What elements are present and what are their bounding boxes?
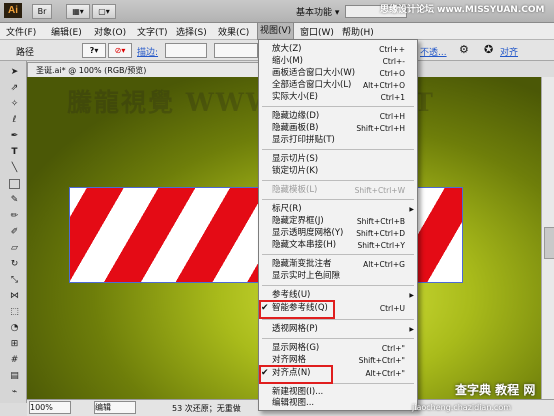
selection-type-label: 路径 <box>16 48 35 58</box>
artboard-nav-field[interactable]: 编辑 <box>94 401 136 414</box>
stroke-label[interactable]: 描边: <box>137 45 158 58</box>
scrollbar-thumb[interactable] <box>544 227 554 259</box>
menu-item-hide-text-threads[interactable]: 隐藏文本串接(H) Shift+Ctrl+Y <box>259 240 417 251</box>
scale-tool-icon[interactable]: ⤡ <box>9 275 20 286</box>
menu-window[interactable]: 窗口(W) <box>300 25 334 38</box>
eyedropper-tool-icon[interactable]: ⌁ <box>9 387 20 398</box>
width-tool-icon[interactable]: ⋈ <box>9 291 20 302</box>
document-tab[interactable]: 圣诞.ai* @ 100% (RGB/预览) <box>27 62 269 77</box>
opacity-label[interactable]: 不透... <box>420 45 447 58</box>
variable-width-field[interactable] <box>214 43 258 58</box>
menu-item-zoom-out[interactable]: 缩小(M) Ctrl+- <box>259 56 417 67</box>
workspace-switcher[interactable]: 基本功能 ▾ <box>296 5 339 18</box>
highlight-box <box>259 300 335 319</box>
pencil-tool-icon[interactable]: ✏ <box>9 211 20 222</box>
submenu-arrow-icon: ▶ <box>409 326 414 333</box>
menu-separator <box>262 285 414 286</box>
menu-item-show-slices[interactable]: 显示切片(S) <box>259 154 417 165</box>
lasso-tool-icon[interactable]: ℓ <box>9 115 20 126</box>
menu-item-hide-gradient-annotator[interactable]: 隐藏渐变批注者 Alt+Ctrl+G <box>259 259 417 270</box>
menu-separator <box>262 199 414 200</box>
direct-selection-tool-icon[interactable]: ⇗ <box>9 83 20 94</box>
menu-separator <box>262 149 414 150</box>
corner-watermark-url: jiaocheng.chazidian.com <box>412 403 512 412</box>
app-logo: Ai <box>4 3 22 18</box>
rectangle-tool-icon[interactable] <box>9 179 20 189</box>
arrange-documents-button[interactable]: ▦▾ <box>66 4 90 19</box>
menu-item-actual-size[interactable]: 实际大小(E) Ctrl+1 <box>259 92 417 103</box>
zoom-field[interactable]: 100% <box>29 401 71 414</box>
type-tool-icon[interactable]: T <box>9 147 20 158</box>
menu-item-lock-slices[interactable]: 锁定切片(K) <box>259 166 417 177</box>
menu-separator <box>262 106 414 107</box>
menu-separator <box>262 180 414 181</box>
menu-effect[interactable]: 效果(C) <box>218 25 249 38</box>
submenu-arrow-icon: ▶ <box>409 206 414 213</box>
pen-tool-icon[interactable]: ✒ <box>9 131 20 142</box>
stroke-weight-field[interactable] <box>165 43 207 58</box>
magic-wand-tool-icon[interactable]: ✧ <box>9 99 20 110</box>
tools-panel: ➤ ⇗ ✧ ℓ ✒ T ╲ ✎ ✏ ✐ ▱ ↻ ⤡ ⋈ ⬚ ◔ ⊞ # ▤ ⌁ <box>0 61 27 403</box>
highlight-box <box>259 365 333 384</box>
blob-brush-tool-icon[interactable]: ✐ <box>9 227 20 238</box>
menu-item-show-print-tiling[interactable]: 显示打印拼贴(T) <box>259 135 417 146</box>
menu-file[interactable]: 文件(F) <box>6 25 36 38</box>
menu-item-zoom-in[interactable]: 放大(Z) Ctrl++ <box>259 44 417 55</box>
menu-item-edit-views[interactable]: 编辑视图... <box>259 398 417 409</box>
menu-separator <box>262 254 414 255</box>
gear-icon[interactable]: ✪ <box>484 43 493 56</box>
menu-edit[interactable]: 编辑(E) <box>51 25 82 38</box>
menu-item-perspective-grid[interactable]: 透视网格(P) ▶ <box>259 324 417 335</box>
menu-item-show-transparency-grid[interactable]: 显示透明度网格(Y) Shift+Ctrl+D <box>259 228 417 239</box>
menu-item-rulers[interactable]: 标尺(R) ▶ <box>259 204 417 215</box>
vertical-scrollbar[interactable] <box>541 77 554 399</box>
menu-object[interactable]: 对象(O) <box>94 25 126 38</box>
menu-item-fit-all[interactable]: 全部适合窗口大小(L) Alt+Ctrl+O <box>259 80 417 91</box>
menu-type[interactable]: 文字(T) <box>137 25 168 38</box>
mesh-tool-icon[interactable]: # <box>9 355 20 366</box>
perspective-grid-tool-icon[interactable]: ⊞ <box>9 339 20 350</box>
status-info: 53 次还原；无重做 <box>172 404 241 413</box>
rotate-tool-icon[interactable]: ↻ <box>9 259 20 270</box>
corner-watermark-logo: 查字典 教程 网 <box>455 383 536 397</box>
view-menu-dropdown: 放大(Z) Ctrl++ 缩小(M) Ctrl+- 画板适合窗口大小(W) Ctrl+… <box>258 39 418 411</box>
document-title: 圣诞.ai* @ 100% (RGB/预览) <box>36 66 147 75</box>
menu-item-hide-edges[interactable]: 隐藏边缘(D) Ctrl+H <box>259 111 417 122</box>
menu-item-new-view[interactable]: 新建视图(I)... <box>259 387 417 398</box>
shape-builder-tool-icon[interactable]: ◔ <box>9 323 20 334</box>
stroke-swatch[interactable]: ⊘▾ <box>108 43 132 58</box>
gradient-tool-icon[interactable]: ▤ <box>9 371 20 382</box>
free-transform-tool-icon[interactable]: ⬚ <box>9 307 20 318</box>
paintbrush-tool-icon[interactable]: ✎ <box>9 195 20 206</box>
menu-separator <box>262 338 414 339</box>
menu-item-hide-bounding-box[interactable]: 隐藏定界框(J) Shift+Ctrl+B <box>259 216 417 227</box>
menu-bar: 文件(F) 编辑(E) 对象(O) 文字(T) 选择(S) 效果(C) 视图(V… <box>0 22 554 40</box>
menu-item-fit-artboard[interactable]: 画板适合窗口大小(W) Ctrl+O <box>259 68 417 79</box>
menu-separator <box>262 319 414 320</box>
bridge-button[interactable]: Br <box>32 4 52 19</box>
menu-item-show-live-paint-gaps[interactable]: 显示实时上色间隙 <box>259 271 417 282</box>
menu-view[interactable]: 视图(V) <box>256 22 295 40</box>
application-bar: Ai Br ▦▾ ▢▾ 基本功能 ▾ 思缘设计论坛 www.MISSYUAN.C… <box>0 0 554 23</box>
screen-mode-button[interactable]: ▢▾ <box>92 4 116 19</box>
recolor-icon[interactable]: ⚙ <box>459 43 469 56</box>
line-tool-icon[interactable]: ╲ <box>9 163 20 174</box>
selection-tool-icon[interactable]: ➤ <box>9 67 20 78</box>
submenu-arrow-icon: ▶ <box>409 292 414 299</box>
eraser-tool-icon[interactable]: ▱ <box>9 243 20 254</box>
menu-item-hide-template: 隐藏模板(L) Shift+Ctrl+W <box>272 185 405 195</box>
menu-item-show-grid[interactable]: 显示网格(G) Ctrl+" <box>259 343 417 354</box>
align-label[interactable]: 对齐 <box>500 45 518 58</box>
watermark-text: 思缘设计论坛 www.MISSYUAN.COM <box>380 5 545 15</box>
fill-swatch[interactable]: ?▾ <box>82 43 106 58</box>
menu-select[interactable]: 选择(S) <box>176 25 207 38</box>
menu-item-hide-artboards[interactable]: 隐藏画板(B) Shift+Ctrl+H <box>259 123 417 134</box>
menu-help[interactable]: 帮助(H) <box>342 25 374 38</box>
